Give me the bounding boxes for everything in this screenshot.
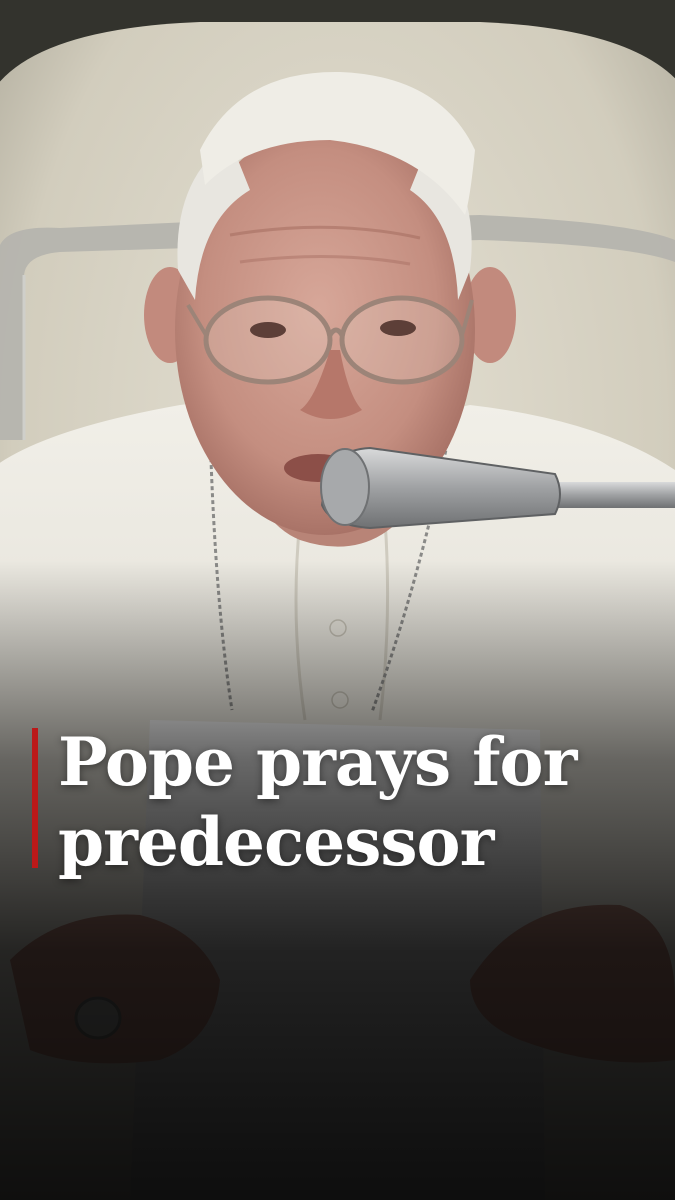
headline: Pope prays for predecessor [32,722,652,882]
pope-photo [0,0,675,1200]
glasses-left-lens [203,295,333,385]
glasses-right-lens [339,295,465,385]
headline-line-2: predecessor [58,803,494,881]
ring [74,996,122,1040]
headline-line-1: Pope prays for [58,723,577,801]
headline-text: Pope prays for predecessor [58,722,577,882]
accent-bar [32,728,38,868]
video-frame: Pope prays for predecessor [0,0,675,1200]
